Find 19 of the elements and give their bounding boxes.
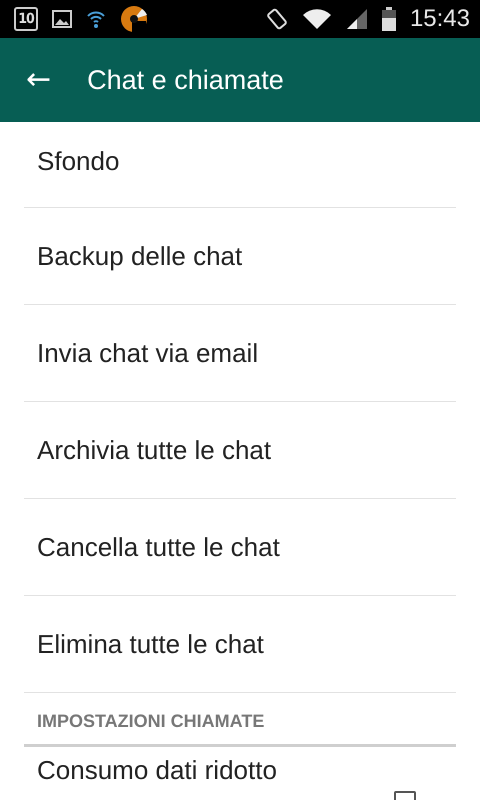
clock-time: 15:43 [410,5,470,33]
setting-title: Consumo dati ridotto [37,755,278,786]
signal-icon [346,8,368,30]
vibrate-icon [266,8,288,30]
settings-item[interactable]: Invia chat via email [24,305,456,402]
settings-item[interactable]: Elimina tutte le chat [24,596,456,693]
wifi-icon [86,10,106,28]
section-header: IMPOSTAZIONI CHIAMATE [37,711,264,732]
settings-item[interactable]: Sfondo [24,122,456,208]
settings-item[interactable]: Backup delle chat [24,208,456,305]
settings-item[interactable]: Cancella tutte le chat [24,499,456,596]
calendar-icon: 10 [14,7,38,31]
back-button[interactable]: ← [26,65,52,95]
app-logo-icon [120,5,148,33]
battery-icon [382,7,396,31]
settings-item[interactable]: Archivia tutte le chat [24,402,456,499]
screen-title: Chat e chiamate [87,64,284,96]
wifi-icon [302,8,332,30]
image-icon [52,10,72,28]
